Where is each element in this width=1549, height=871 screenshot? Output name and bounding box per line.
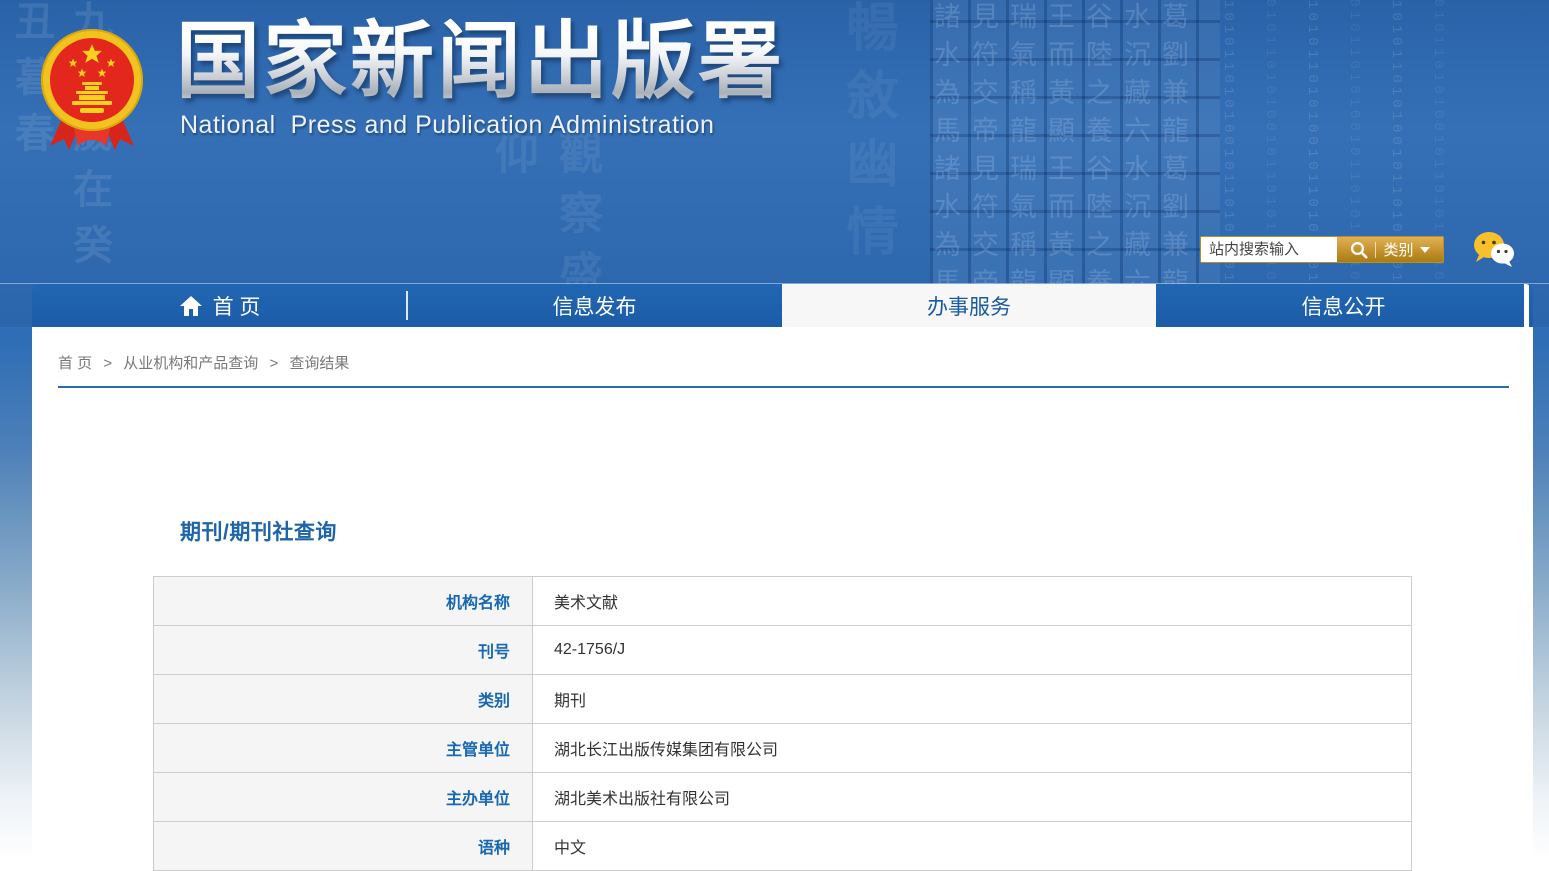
row-label: 刊号 xyxy=(154,626,533,675)
search-category-dropdown[interactable]: 类别 xyxy=(1383,239,1429,260)
nav-tab-label: 信息公开 xyxy=(1302,291,1386,321)
table-row: 主管单位 湖北长江出版传媒集团有限公司 xyxy=(154,724,1412,773)
breadcrumb-current: 查询结果 xyxy=(289,355,349,372)
nav-tab-home[interactable]: 首 页 xyxy=(32,284,407,327)
search-controls: 类别 xyxy=(1337,237,1443,262)
result-table: 机构名称 美术文献 刊号 42-1756/J 类别 期刊 主管单位 湖北长江出版… xyxy=(153,576,1412,871)
breadcrumb-separator: > xyxy=(103,355,112,372)
nav-tab-label: 信息发布 xyxy=(553,291,637,321)
row-label: 机构名称 xyxy=(154,577,533,626)
table-row: 机构名称 美术文献 xyxy=(154,577,1412,626)
page: 九年歲在癸丑暮春 觀察盛仰 暢敘幽情 諸見瑞王谷水葛水符氣而陸沉劉為交稱黃之藏兼… xyxy=(0,0,1549,871)
breadcrumb-query[interactable]: 从业机构和产品查询 xyxy=(123,355,258,372)
row-label: 类别 xyxy=(154,675,533,724)
nav-tab-label: 办事服务 xyxy=(927,291,1011,321)
nav-right-bar xyxy=(1524,284,1529,327)
category-label: 类别 xyxy=(1383,239,1413,260)
row-value: 期刊 xyxy=(533,675,1412,724)
nav-tab-label: 首 页 xyxy=(213,291,261,321)
binary-pattern: 10101101010010110101101001011010110101 1… xyxy=(1210,0,1549,327)
search-divider xyxy=(1375,242,1376,258)
site-title: 国家新闻出版署 xyxy=(176,16,785,107)
site-subtitle: National Press and Publication Administr… xyxy=(180,111,785,140)
search-icon[interactable] xyxy=(1350,241,1368,259)
breadcrumb-underline xyxy=(58,386,1509,388)
table-row: 类别 期刊 xyxy=(154,675,1412,724)
nav-tab-info-release[interactable]: 信息发布 xyxy=(407,284,782,327)
home-icon xyxy=(179,295,203,317)
site-title-block: 国家新闻出版署 National Press and Publication A… xyxy=(176,16,785,140)
main-nav: 首 页 信息发布 办事服务 信息公开 xyxy=(32,284,1533,327)
row-value: 湖北长江出版传媒集团有限公司 xyxy=(533,724,1412,773)
site-header: 九年歲在癸丑暮春 觀察盛仰 暢敘幽情 諸見瑞王谷水葛水符氣而陸沉劉為交稱黃之藏兼… xyxy=(0,0,1549,327)
chevron-down-icon xyxy=(1420,247,1430,253)
breadcrumb-home[interactable]: 首 页 xyxy=(58,355,92,372)
table-row: 刊号 42-1756/J xyxy=(154,626,1412,675)
page-title: 期刊/期刊社查询 xyxy=(180,516,337,546)
row-value: 中文 xyxy=(533,822,1412,871)
table-row: 主办单位 湖北美术出版社有限公司 xyxy=(154,773,1412,822)
movable-type-pattern: 諸見瑞王谷水葛水符氣而陸沉劉為交稱黃之藏兼馬帝龍顯養六龍諸見瑞王谷水葛水符氣而陸… xyxy=(930,0,1220,327)
national-emblem-logo xyxy=(36,22,148,154)
row-value: 美术文献 xyxy=(533,577,1412,626)
row-label: 语种 xyxy=(154,822,533,871)
breadcrumb-separator: > xyxy=(269,355,278,372)
nav-tab-info-disclosure[interactable]: 信息公开 xyxy=(1156,284,1531,327)
table-row: 语种 中文 xyxy=(154,822,1412,871)
site-search: 类别 xyxy=(1200,236,1444,263)
row-value: 湖北美术出版社有限公司 xyxy=(533,773,1412,822)
row-label: 主管单位 xyxy=(154,724,533,773)
nav-tab-services[interactable]: 办事服务 xyxy=(782,284,1156,327)
breadcrumb: 首 页 > 从业机构和产品查询 > 查询结果 xyxy=(58,352,349,373)
search-input[interactable] xyxy=(1201,237,1337,262)
nav-divider xyxy=(406,291,408,320)
row-value: 42-1756/J xyxy=(533,626,1412,675)
content-panel: 首 页 > 从业机构和产品查询 > 查询结果 期刊/期刊社查询 机构名称 美术文… xyxy=(32,327,1533,871)
row-label: 主办单位 xyxy=(154,773,533,822)
wechat-icon[interactable] xyxy=(1471,230,1517,275)
